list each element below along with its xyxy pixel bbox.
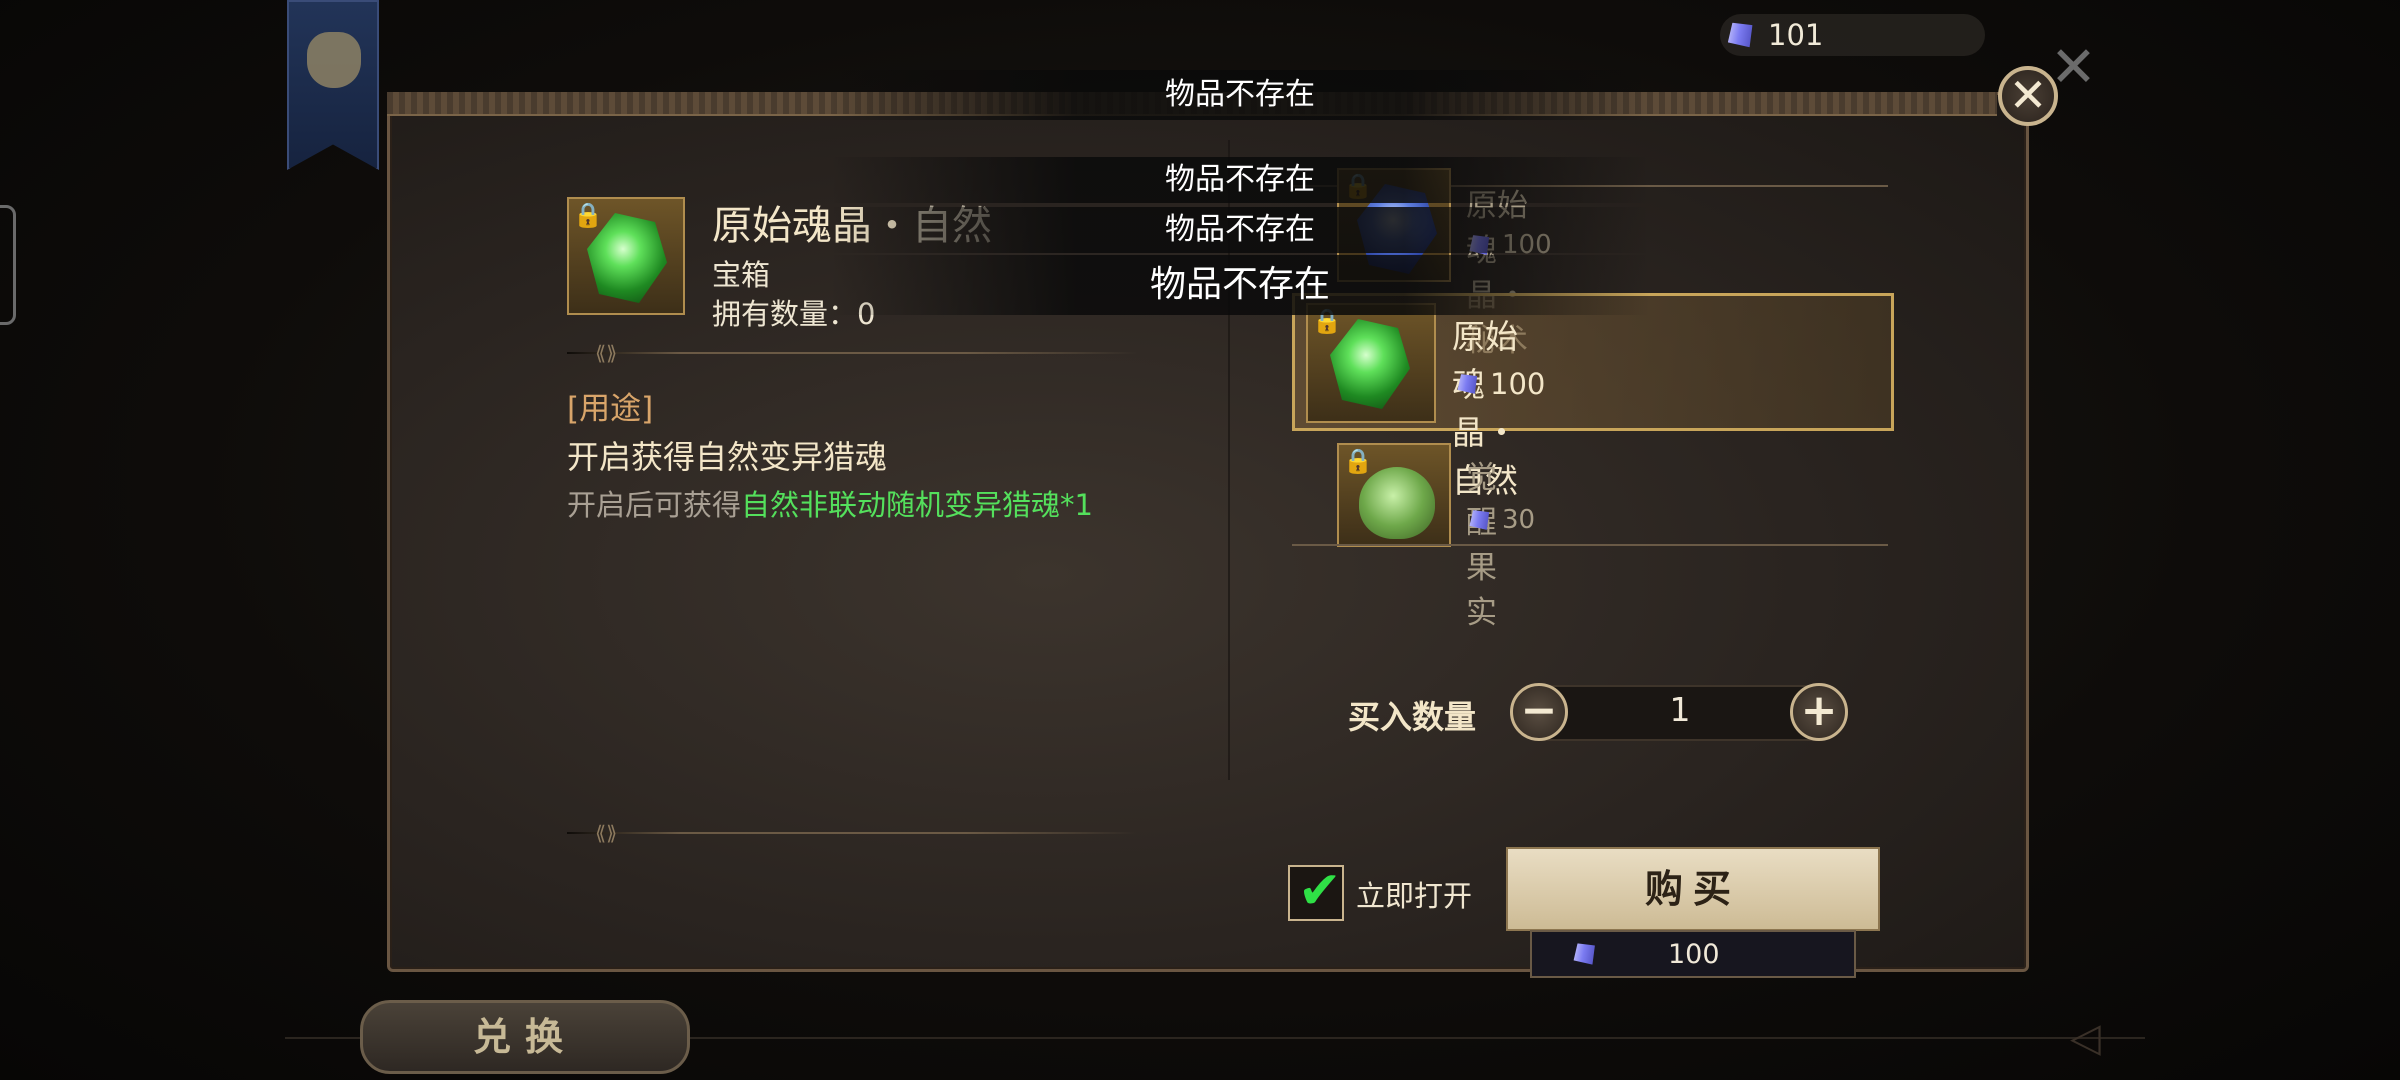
currency-display: 101 xyxy=(1720,14,1985,56)
ornament-divider: ⟪⟫ xyxy=(567,823,1137,843)
usage-desc-prefix: 开启后可获得 xyxy=(567,488,742,522)
increase-button[interactable]: + xyxy=(1790,683,1848,741)
soul-gem-icon xyxy=(1463,503,1496,536)
open-now-checkbox[interactable]: ✔ xyxy=(1288,861,1344,921)
quantity-label: 买入数量 xyxy=(1348,698,1477,736)
open-now-label: 立即打开 xyxy=(1356,879,1473,913)
dialog-close-button[interactable]: ✕ xyxy=(1998,66,2058,126)
list-item-name: 觉醒果实 xyxy=(1466,460,1497,631)
checkmark-icon: ✔ xyxy=(1298,861,1342,921)
usage-description: 开启后可获得自然非联动随机变异猎魂*1 xyxy=(567,486,1127,524)
price-value: 100 xyxy=(1490,367,1546,401)
usage-desc-highlight: 自然非联动随机变异猎魂*1 xyxy=(741,488,1093,522)
quantity-value[interactable]: 1 xyxy=(1580,690,1780,729)
detail-item-icon: 🔒 xyxy=(567,197,685,315)
currency-amount: 101 xyxy=(1768,18,1824,52)
toast-message: 物品不存在 xyxy=(830,207,1650,253)
guild-banner[interactable] xyxy=(287,0,379,170)
toast-message: 物品不存在 xyxy=(830,157,1650,203)
soul-gem-icon xyxy=(1567,936,1603,972)
arrow-ornament-icon: ◁ xyxy=(2070,1015,2101,1061)
detail-item-type: 宝箱 xyxy=(712,258,771,292)
buy-button[interactable]: 购买 xyxy=(1506,847,1880,931)
list-item-price: 100 xyxy=(1456,367,1545,401)
side-frame-decoration xyxy=(0,205,16,325)
list-item-icon: 🔒 xyxy=(1337,443,1451,547)
toast-message: 物品不存在 xyxy=(830,255,1650,315)
lock-icon: 🔒 xyxy=(573,201,603,229)
total-price-value: 100 xyxy=(1668,938,1720,970)
decrease-button[interactable]: − xyxy=(1510,683,1568,741)
tab-exchange[interactable]: 兑换 xyxy=(360,1000,690,1074)
green-crystal-icon xyxy=(1330,319,1410,409)
usage-title: 开启获得自然变异猎魂 xyxy=(567,438,888,476)
bag-icon xyxy=(307,32,361,88)
soul-gem-icon xyxy=(1720,14,1762,56)
list-bottom-line xyxy=(1292,544,1888,546)
ornament-divider: ⟪⟫ xyxy=(567,343,1137,363)
list-item-icon: 🔒 xyxy=(1306,303,1436,423)
usage-tag: [用途] xyxy=(567,391,654,427)
toast-message: 物品不存在 xyxy=(830,70,1650,120)
soul-gem-icon xyxy=(1451,367,1484,400)
list-item-price: 30 xyxy=(1468,505,1535,535)
lock-icon: 🔒 xyxy=(1343,447,1373,475)
divider-knot: ⟪⟫ xyxy=(595,341,618,365)
divider-knot: ⟪⟫ xyxy=(595,821,618,845)
total-price: 100 xyxy=(1530,930,1856,978)
fruit-icon xyxy=(1359,467,1435,539)
price-value: 30 xyxy=(1502,505,1536,535)
